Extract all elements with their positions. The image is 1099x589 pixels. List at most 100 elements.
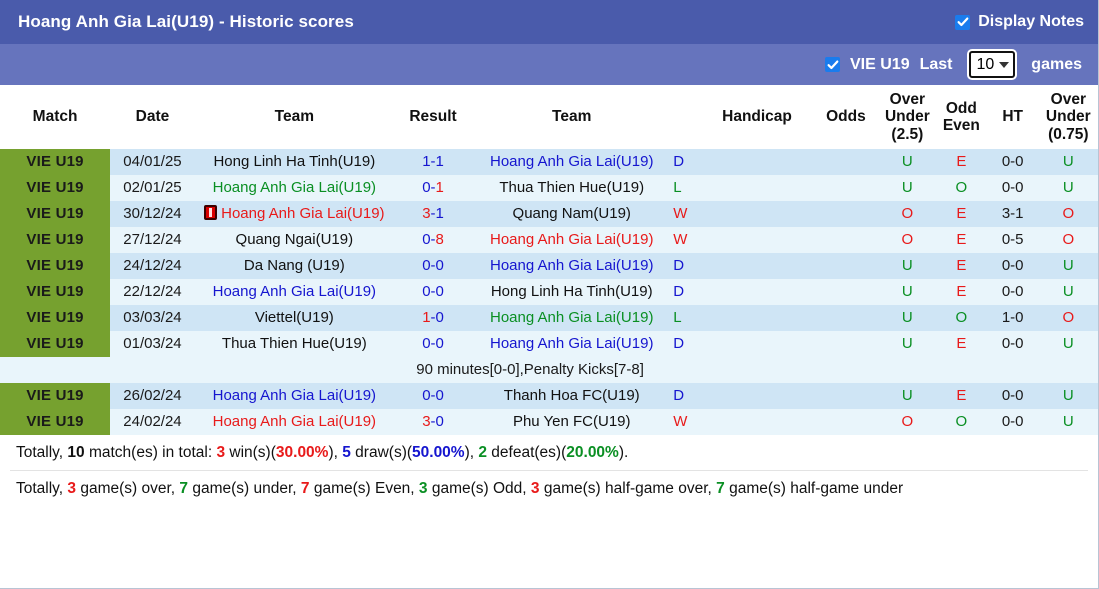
cell-result[interactable]: 1-1 bbox=[394, 149, 472, 175]
cell-league: VIE U19 bbox=[0, 201, 110, 227]
cell-date: 22/12/24 bbox=[110, 279, 195, 305]
page-title: Hoang Anh Gia Lai(U19) - Historic scores bbox=[18, 12, 354, 32]
cell-home-team[interactable]: Hoang Anh Gia Lai(U19) bbox=[195, 279, 394, 305]
table-row[interactable]: VIE U1930/12/24Hoang Anh Gia Lai(U19)3-1… bbox=[0, 201, 1098, 227]
summary-goals-part-0: Totally, bbox=[16, 480, 67, 497]
cell-over-under-25: U bbox=[879, 383, 936, 409]
cell-ht-score: 0-0 bbox=[987, 175, 1039, 201]
col-header-date[interactable]: Date bbox=[110, 85, 195, 149]
col-header-away-team[interactable]: Team bbox=[472, 85, 671, 149]
summary-results-part-7: 5 bbox=[342, 444, 351, 461]
table-row[interactable]: VIE U1903/03/24Viettel(U19)1-0Hoang Anh … bbox=[0, 305, 1098, 331]
summary-line-results: Totally, 10 match(es) in total: 3 win(s)… bbox=[10, 435, 1088, 471]
summary-footer: Totally, 10 match(es) in total: 3 win(s)… bbox=[0, 435, 1098, 506]
cell-result[interactable]: 3-0 bbox=[394, 409, 472, 435]
display-notes-control[interactable]: Display Notes bbox=[955, 13, 1084, 31]
cell-result[interactable]: 1-0 bbox=[394, 305, 472, 331]
cell-home-team[interactable]: Da Nang (U19) bbox=[195, 253, 394, 279]
home-score: 1 bbox=[422, 309, 430, 326]
cell-result[interactable]: 3-1 bbox=[394, 201, 472, 227]
games-count-select[interactable]: 10 bbox=[969, 51, 1016, 78]
cell-result[interactable]: 0-8 bbox=[394, 227, 472, 253]
cell-result[interactable]: 0-0 bbox=[394, 383, 472, 409]
cell-handicap bbox=[701, 331, 813, 357]
cell-result[interactable]: 0-0 bbox=[394, 253, 472, 279]
summary-results-part-4: win(s)( bbox=[225, 444, 276, 461]
home-team-name: Hoang Anh Gia Lai(U19) bbox=[213, 413, 376, 430]
col-header-over-under-25[interactable]: Over Under (2.5) bbox=[879, 85, 936, 149]
cell-odd-even: E bbox=[936, 383, 987, 409]
cell-away-team[interactable]: Phu Yen FC(U19) bbox=[472, 409, 671, 435]
cell-result[interactable]: 0-0 bbox=[394, 331, 472, 357]
cell-away-team[interactable]: Hoang Anh Gia Lai(U19) bbox=[472, 331, 671, 357]
cell-date: 02/01/25 bbox=[110, 175, 195, 201]
cell-result[interactable]: 0-0 bbox=[394, 279, 472, 305]
cell-over-under-075: U bbox=[1039, 409, 1098, 435]
home-team-name: Hoang Anh Gia Lai(U19) bbox=[213, 283, 376, 300]
cell-over-under-075: O bbox=[1039, 305, 1098, 331]
cell-over-under-075: O bbox=[1039, 227, 1098, 253]
cell-home-team[interactable]: Quang Ngai(U19) bbox=[195, 227, 394, 253]
summary-results-part-2: match(es) in total: bbox=[85, 444, 217, 461]
away-score: 1 bbox=[436, 179, 444, 196]
table-header-row: Match Date Team Result Team Handicap Odd… bbox=[0, 85, 1098, 149]
summary-goals-part-9: 3 bbox=[531, 480, 540, 497]
cell-home-team[interactable]: Viettel(U19) bbox=[195, 305, 394, 331]
cell-away-team[interactable]: Hoang Anh Gia Lai(U19) bbox=[472, 149, 671, 175]
away-score: 1 bbox=[436, 153, 444, 170]
cell-home-team[interactable]: Hoang Anh Gia Lai(U19) bbox=[195, 201, 394, 227]
cell-result[interactable]: 0-1 bbox=[394, 175, 472, 201]
col-header-home-team[interactable]: Team bbox=[195, 85, 394, 149]
cell-away-team[interactable]: Hoang Anh Gia Lai(U19) bbox=[472, 305, 671, 331]
col-header-handicap[interactable]: Handicap bbox=[701, 85, 813, 149]
cell-date: 24/02/24 bbox=[110, 409, 195, 435]
col-header-over-under-075[interactable]: Over Under (0.75) bbox=[1039, 85, 1098, 149]
table-row[interactable]: VIE U1926/02/24Hoang Anh Gia Lai(U19)0-0… bbox=[0, 383, 1098, 409]
cell-away-team[interactable]: Thanh Hoa FC(U19) bbox=[472, 383, 671, 409]
display-notes-checkbox[interactable] bbox=[955, 15, 970, 30]
col-header-odd-even[interactable]: Odd Even bbox=[936, 85, 987, 149]
cell-ht-score: 1-0 bbox=[987, 305, 1039, 331]
summary-results-part-11: 2 bbox=[478, 444, 487, 461]
cell-home-team[interactable]: Thua Thien Hue(U19) bbox=[195, 331, 394, 357]
cell-home-team[interactable]: Hoang Anh Gia Lai(U19) bbox=[195, 383, 394, 409]
col-header-ht[interactable]: HT bbox=[987, 85, 1039, 149]
cell-odds bbox=[813, 227, 879, 253]
cell-league: VIE U19 bbox=[0, 383, 110, 409]
last-label: Last bbox=[920, 56, 953, 74]
summary-goals-part-10: game(s) half-game over, bbox=[540, 480, 717, 497]
filter-bar: VIE U19 Last 10 games bbox=[0, 44, 1098, 85]
col-header-match[interactable]: Match bbox=[0, 85, 110, 149]
cell-over-under-25: O bbox=[879, 201, 936, 227]
cell-away-team[interactable]: Thua Thien Hue(U19) bbox=[472, 175, 671, 201]
cell-away-team[interactable]: Hoang Anh Gia Lai(U19) bbox=[472, 227, 671, 253]
cell-home-team[interactable]: Hong Linh Ha Tinh(U19) bbox=[195, 149, 394, 175]
home-team-name: Da Nang (U19) bbox=[244, 257, 345, 274]
home-team-name: Quang Ngai(U19) bbox=[236, 231, 354, 248]
home-team-name: Hoang Anh Gia Lai(U19) bbox=[213, 387, 376, 404]
table-row[interactable]: VIE U1924/12/24Da Nang (U19)0-0Hoang Anh… bbox=[0, 253, 1098, 279]
league-filter-checkbox[interactable] bbox=[825, 57, 840, 72]
cell-away-team[interactable]: Hoang Anh Gia Lai(U19) bbox=[472, 253, 671, 279]
cell-league: VIE U19 bbox=[0, 409, 110, 435]
cell-odd-even: O bbox=[936, 409, 987, 435]
table-row[interactable]: VIE U1924/02/24 Hoang Anh Gia Lai(U19) 3-0… bbox=[0, 409, 1098, 435]
table-row[interactable]: VIE U1927/12/24Quang Ngai(U19)0-8Hoang A… bbox=[0, 227, 1098, 253]
cell-home-team[interactable]: Hoang Anh Gia Lai(U19) bbox=[195, 175, 394, 201]
cell-odds bbox=[813, 279, 879, 305]
cell-away-team[interactable]: Hong Linh Ha Tinh(U19) bbox=[472, 279, 671, 305]
table-row[interactable]: VIE U1904/01/25Hong Linh Ha Tinh(U19)1-1… bbox=[0, 149, 1098, 175]
col-header-result[interactable]: Result bbox=[394, 85, 472, 149]
table-row[interactable]: VIE U1902/01/25Hoang Anh Gia Lai(U19)0-1… bbox=[0, 175, 1098, 201]
cell-home-team[interactable]: Hoang Anh Gia Lai(U19) bbox=[195, 409, 394, 435]
col-header-odds[interactable]: Odds bbox=[813, 85, 879, 149]
cell-league: VIE U19 bbox=[0, 279, 110, 305]
summary-results-part-0: Totally, bbox=[16, 444, 67, 461]
table-row[interactable]: VIE U1922/12/24 Hoang Anh Gia Lai(U19) 0-0… bbox=[0, 279, 1098, 305]
summary-results-part-6: ), bbox=[328, 444, 342, 461]
cell-away-team[interactable]: Quang Nam(U19) bbox=[472, 201, 671, 227]
cell-over-under-25: U bbox=[879, 253, 936, 279]
cell-wdl: W bbox=[671, 227, 701, 253]
table-row[interactable]: VIE U1901/03/24Thua Thien Hue(U19)0-0Hoa… bbox=[0, 331, 1098, 357]
away-team-name: Thanh Hoa FC(U19) bbox=[504, 387, 640, 404]
